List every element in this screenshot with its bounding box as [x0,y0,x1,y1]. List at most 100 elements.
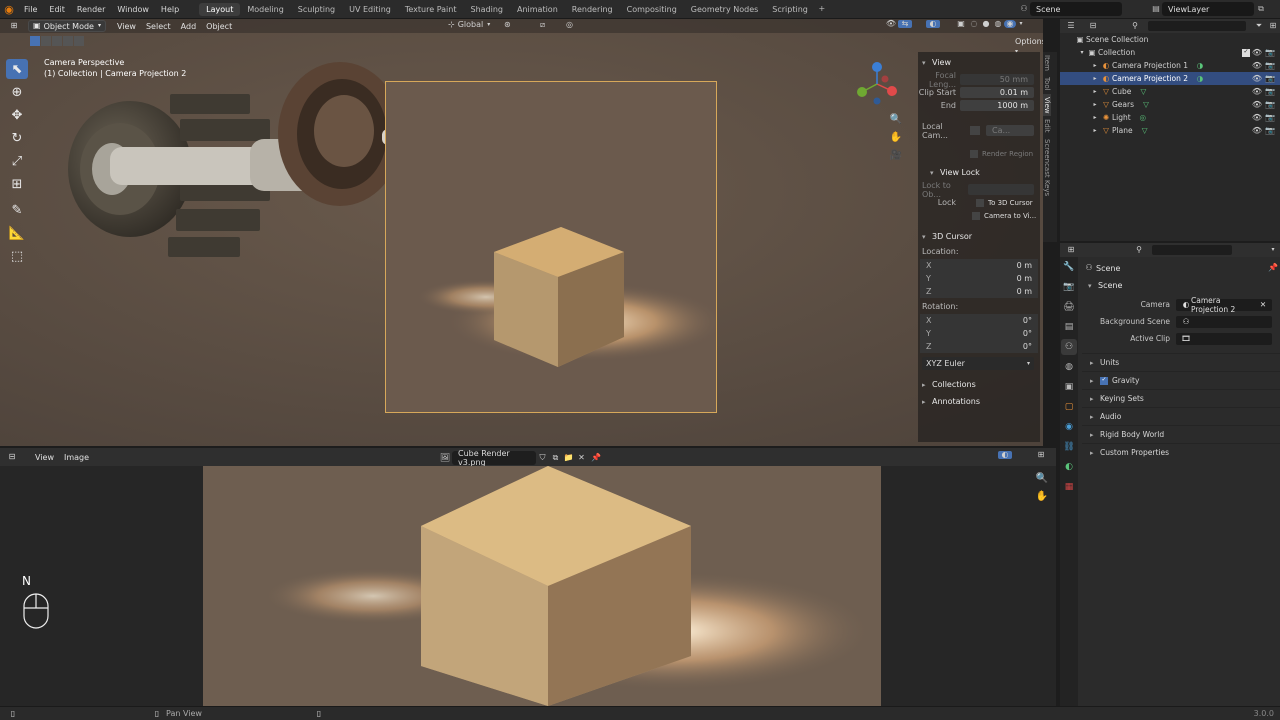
scene-icon[interactable]: ⚇ [1018,5,1030,13]
tab-modeling[interactable]: Modeling [240,3,290,16]
eye-icon[interactable]: 👁 [1252,126,1262,135]
gizmo-icon[interactable]: ⇆ [898,20,912,28]
visibility-icon[interactable]: 👁 [884,20,898,28]
tool-tab-icon[interactable]: 🔧 [1061,259,1077,275]
pivot-icon[interactable]: ⊛ [504,21,511,29]
rigid-body-world-subpanel[interactable]: ▸ Rigid Body World [1082,425,1280,443]
view-lock-section-header[interactable]: ▾ View Lock [930,166,1040,179]
pan-hand-icon[interactable]: ✋ [1034,492,1050,510]
tab-geometry-nodes[interactable]: Geometry Nodes [684,3,765,16]
object-tab-icon[interactable]: ▢ [1061,399,1077,415]
menu-edit[interactable]: Edit [43,5,71,14]
texture-tab-icon[interactable]: ▦ [1061,479,1077,495]
view-layer-icon[interactable]: ▤ [1150,5,1162,13]
gizmo-x-axis[interactable] [887,86,897,96]
proportional-edit-icon[interactable]: ◎ [566,21,573,29]
scene-field[interactable]: Scene [1030,2,1122,16]
gravity-subpanel[interactable]: ▸ ✓ Gravity [1082,371,1280,389]
editor-type-icon[interactable]: ⊞ [1060,246,1082,254]
close-icon[interactable]: ✕ [1259,301,1267,309]
add-cube-tool[interactable]: ⬚ [6,246,28,266]
render-camera-icon[interactable]: 📷 [1265,48,1275,57]
menu-select[interactable]: Select [141,22,176,31]
tab-tool[interactable]: Tool [1043,74,1051,94]
tab-rendering[interactable]: Rendering [565,3,620,16]
tab-scripting[interactable]: Scripting [765,3,815,16]
local-camera-checkbox[interactable] [970,126,980,135]
location-x-field[interactable]: X0 m [920,259,1038,272]
location-z-field[interactable]: Z0 m [920,285,1038,298]
xray-icon[interactable]: ▣ [954,20,968,28]
render-tab-icon[interactable]: 📷 [1061,279,1077,295]
new-collection-icon[interactable]: ⊞ [1266,22,1280,30]
select-extend-icon[interactable] [41,36,51,46]
search-icon[interactable]: ⚲ [1132,246,1146,254]
outliner-item-cube[interactable]: ▸ ▽ Cube ▽ 👁 📷 [1060,85,1280,98]
3d-viewport[interactable]: ⊞ ▣ Object Mode ▾ View Select Add Object… [0,19,1043,446]
outliner-item-plane[interactable]: ▸ ▽ Plane ▽ 👁 📷 [1060,124,1280,137]
render-camera-icon[interactable]: 📷 [1265,61,1275,70]
menu-render[interactable]: Render [71,5,111,14]
gizmo-z-axis[interactable] [872,62,882,72]
search-icon[interactable]: ⚲ [1128,22,1142,30]
material-shading-icon[interactable]: ◍ [992,20,1004,28]
outliner-item-scene-collection[interactable]: ▣ Scene Collection [1060,33,1280,46]
menu-help[interactable]: Help [155,5,185,14]
cursor-tool[interactable]: ⊕ [6,82,28,102]
camera-view-icon[interactable]: 🎥 [888,151,904,169]
render-camera-icon[interactable]: 📷 [1265,113,1275,122]
menu-file[interactable]: File [18,5,43,14]
render-camera-icon[interactable]: 📷 [1265,126,1275,135]
render-camera-icon[interactable]: 📷 [1265,87,1275,96]
outliner-item-collection[interactable]: ▾ ▣ Collection ✓ 👁 📷 [1060,46,1280,59]
select-intersect-icon[interactable] [74,36,84,46]
fake-user-icon[interactable]: ⛉ [536,454,549,462]
rotation-mode-dropdown[interactable]: XYZ Euler ▾ [922,357,1034,370]
move-tool[interactable]: ✥ [6,105,28,125]
outliner-search-input[interactable] [1148,21,1246,31]
display-mode-icon[interactable]: ⊟ [1082,22,1104,30]
rotate-tool[interactable]: ↻ [6,128,28,148]
tab-animation[interactable]: Animation [510,3,565,16]
pin-icon[interactable]: 📌 [1266,264,1280,272]
clip-start-field[interactable]: 0.01 m [960,87,1034,98]
tab-view[interactable]: View [1043,93,1051,117]
rotation-y-field[interactable]: Y 0° [920,327,1038,340]
physics-tab-icon[interactable]: ◉ [1061,419,1077,435]
lock-to-object-field[interactable] [968,184,1034,195]
zoom-icon[interactable]: 🔍 [1034,474,1050,492]
editor-type-icon[interactable]: ⊟ [0,453,24,461]
select-new-icon[interactable] [30,36,40,46]
view-layer-browse-icon[interactable]: ⧉ [1254,5,1268,13]
menu-view[interactable]: View [112,22,141,31]
output-tab-icon[interactable]: 🖨 [1061,299,1077,315]
rotation-x-field[interactable]: X 0° [920,314,1038,327]
object-mode-dropdown[interactable]: ▣ Object Mode ▾ [28,20,106,32]
render-camera-icon[interactable]: 📷 [1265,100,1275,109]
properties-search-input[interactable] [1152,245,1232,255]
pin-icon[interactable]: 📌 [588,454,604,462]
view-section-header[interactable]: ▾ View [922,56,1040,69]
checkbox-icon[interactable]: ✓ [1242,48,1250,57]
tab-sculpting[interactable]: Sculpting [291,3,342,16]
render-region-checkbox[interactable] [970,149,978,158]
object-data-tab-icon[interactable]: ◐ [1061,459,1077,475]
image-editor[interactable]: ⊟ View Image 🖼 Cube Render v3.png ⛉ ⧉ 📁 … [0,448,1056,706]
select-invert-icon[interactable] [63,36,73,46]
eye-icon[interactable]: 👁 [1252,48,1262,57]
menu-add[interactable]: Add [176,22,202,31]
navigation-gizmo[interactable] [852,59,902,109]
background-scene-field[interactable]: ⚇ [1176,315,1272,328]
to-3d-cursor-checkbox[interactable] [976,198,984,207]
blender-logo-icon[interactable]: ◉ [0,4,18,15]
snap-icon[interactable]: ⧄ [540,21,545,29]
active-clip-field[interactable]: 🎞 [1176,332,1272,345]
close-icon[interactable]: ✕ [575,454,588,462]
transform-tool[interactable]: ⊞ [6,174,28,194]
annotations-section-header[interactable]: ▸ Annotations [922,395,1040,408]
measure-tool[interactable]: 📐 [6,223,28,243]
tab-compositing[interactable]: Compositing [620,3,684,16]
editor-type-icon[interactable]: ☰ [1060,22,1082,30]
constraints-tab-icon[interactable]: ⛓ [1061,439,1077,455]
chevron-down-icon[interactable]: ▾ [1266,247,1280,253]
